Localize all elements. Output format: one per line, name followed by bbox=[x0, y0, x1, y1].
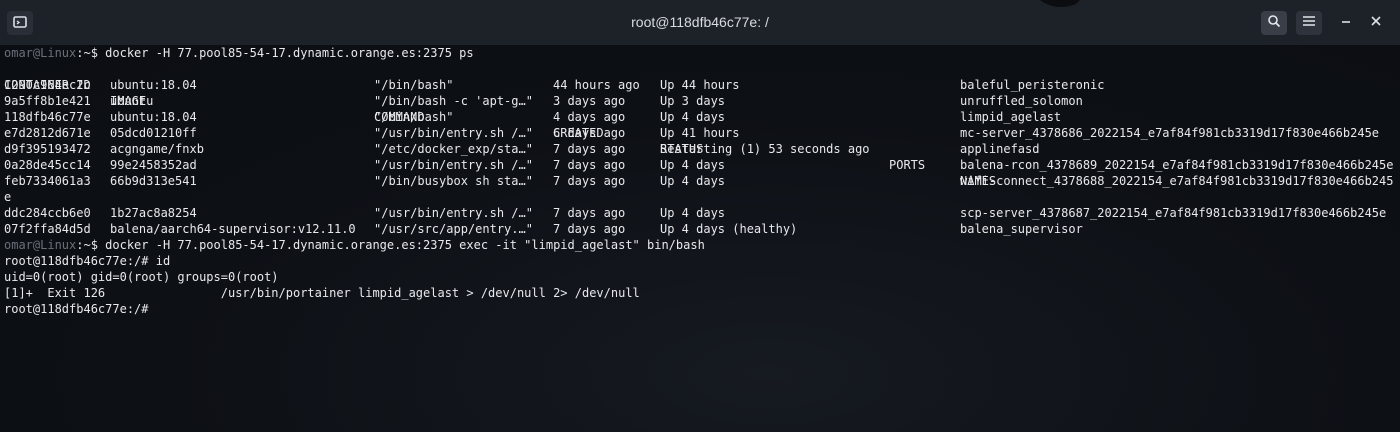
prompt-user: omar@Linux bbox=[4, 46, 77, 60]
menu-button[interactable] bbox=[1296, 11, 1322, 35]
cell-status: Up 4 days (healthy) bbox=[660, 222, 798, 236]
cell-command: "/usr/src/app/entry.…" bbox=[374, 222, 533, 236]
ps-row: 9a5ff8b1e421 ubuntu "/bin/bash -c 'apt-g…"… bbox=[4, 93, 1394, 109]
minimize-button[interactable] bbox=[1333, 11, 1359, 35]
cell-id: 9a5ff8b1e421 bbox=[4, 94, 91, 108]
cell-command: "/bin/busybox sh sta…" bbox=[374, 174, 533, 188]
cell-id: 07f2ffa84d5d bbox=[4, 222, 91, 236]
cell-command: "/bin/bash -c 'apt-g…" bbox=[374, 94, 533, 108]
cell-names: baleful_peristeronic bbox=[960, 78, 1105, 92]
cell-image: 1b27ac8a8254 bbox=[110, 206, 197, 220]
cell-status: Up 44 hours bbox=[660, 78, 740, 92]
cell-names: applinefasd bbox=[960, 142, 1040, 156]
cell-id: 1290c964ec2c bbox=[4, 78, 91, 92]
ps-header-row: CONTAINER ID IMAGE COMMAND CREATED STATU… bbox=[4, 61, 1394, 188]
cell-image: 99e2458352ad bbox=[110, 158, 197, 172]
title-decoration-icon bbox=[1040, 0, 1080, 7]
cell-names: scp-server_4378687_2022154_e7af84f981cb3… bbox=[960, 206, 1387, 220]
cell-id: e7d2812d671e bbox=[4, 126, 91, 140]
ps-row: d9f395193472 acgngame/fnxb "/etc/docker_ex… bbox=[4, 141, 1394, 157]
search-icon bbox=[1267, 14, 1281, 32]
ps-row: feb7334061a3 66b9d313e541 "/bin/busybox sh… bbox=[4, 173, 1394, 189]
cell-image: 66b9d313e541 bbox=[110, 174, 197, 188]
cell-image: acgngame/fnxb bbox=[110, 142, 204, 156]
cell-created: 44 hours ago bbox=[553, 78, 640, 92]
command-line: omar@Linux:~$ docker -H 77.pool85-54-17.… bbox=[4, 45, 474, 61]
cell-id: 118dfb46c77e bbox=[4, 110, 91, 124]
cell-command: "/etc/docker_exp/sta…" bbox=[374, 142, 533, 156]
cell-id: d9f395193472 bbox=[4, 142, 91, 156]
cell-image: ubuntu:18.04 bbox=[110, 110, 197, 124]
ps-row: 0a28de45cc14 99e2458352ad "/usr/bin/entry.… bbox=[4, 157, 1394, 173]
cell-id: ddc284ccb6e0 bbox=[4, 206, 91, 220]
cell-created: 7 days ago bbox=[553, 222, 626, 236]
command-line: omar@Linux:~$ docker -H 77.pool85-54-17.… bbox=[4, 237, 705, 253]
wrapped-text: e bbox=[4, 190, 12, 204]
shell-line: root@118dfb46c77e:/# id bbox=[4, 254, 171, 268]
shell-line: uid=0(root) gid=0(root) groups=0(root) bbox=[4, 270, 279, 284]
cell-created: 7 days ago bbox=[553, 206, 626, 220]
cell-status: Up 4 days bbox=[660, 174, 726, 188]
ps-row: 1290c964ec2c ubuntu:18.04 "/bin/bash" 44 ho… bbox=[4, 77, 1394, 93]
ps-row: e7d2812d671e 05dcd01210ff "/usr/bin/entry.… bbox=[4, 125, 1394, 141]
cell-image: ubuntu bbox=[110, 94, 154, 108]
cell-image: ubuntu:18.04 bbox=[110, 78, 197, 92]
search-button[interactable] bbox=[1261, 11, 1287, 35]
cell-created: 7 days ago bbox=[553, 174, 626, 188]
close-icon bbox=[1370, 15, 1382, 31]
cell-command: "/bin/bash" bbox=[374, 78, 454, 92]
cell-names: balena-rcon_4378689_2022154_e7af84f981cb… bbox=[960, 158, 1394, 172]
cell-command: "/usr/bin/entry.sh /…" bbox=[374, 206, 533, 220]
cell-id: 0a28de45cc14 bbox=[4, 158, 91, 172]
cell-status: Up 4 days bbox=[660, 206, 726, 220]
cell-names: limpid_agelast bbox=[960, 110, 1062, 124]
cell-command: "/usr/bin/entry.sh /…" bbox=[374, 126, 533, 140]
cell-status: Up 4 days bbox=[660, 110, 726, 124]
title-bar: root@118dfb46c77e: / bbox=[0, 0, 1400, 45]
cell-names: mc-server_4378686_2022154_e7af84f981cb33… bbox=[960, 126, 1380, 140]
cell-command: "/bin/bash" bbox=[374, 110, 454, 124]
cell-command: "/usr/bin/entry.sh /…" bbox=[374, 158, 533, 172]
cell-names: unruffled_solomon bbox=[960, 94, 1083, 108]
terminal-window: root@118dfb46c77e: / omar@Linux:~$ docke… bbox=[0, 0, 1400, 432]
cell-image: balena/aarch64-supervisor:v12.11.0 bbox=[110, 222, 356, 236]
ps-row: 07f2ffa84d5d balena/aarch64-supervisor:v1… bbox=[4, 221, 1394, 237]
command-text: :~$ docker -H 77.pool85-54-17.dynamic.or… bbox=[76, 46, 474, 60]
cell-status: Up 3 days bbox=[660, 94, 726, 108]
cell-status: Up 41 hours bbox=[660, 126, 740, 140]
cell-status: Up 4 days bbox=[660, 158, 726, 172]
terminal-output[interactable]: omar@Linux:~$ docker -H 77.pool85-54-17.… bbox=[0, 45, 1400, 432]
ps-row: e bbox=[4, 189, 1394, 205]
cell-created: 6 days ago bbox=[553, 126, 626, 140]
cell-created: 7 days ago bbox=[553, 142, 626, 156]
close-button[interactable] bbox=[1363, 11, 1389, 35]
cell-image: 05dcd01210ff bbox=[110, 126, 197, 140]
ps-row: 118dfb46c77e ubuntu:18.04 "/bin/bash" 4 day… bbox=[4, 109, 1394, 125]
shell-line: [1]+ Exit 126 /usr/bin/portainer limpid_… bbox=[4, 286, 640, 300]
minimize-icon bbox=[1340, 15, 1352, 31]
cell-names: balena_supervisor bbox=[960, 222, 1083, 236]
cell-created: 3 days ago bbox=[553, 94, 626, 108]
hamburger-menu-icon bbox=[1302, 15, 1316, 31]
cell-created: 4 days ago bbox=[553, 110, 626, 124]
command-text: :~$ docker -H 77.pool85-54-17.dynamic.or… bbox=[76, 238, 705, 252]
cell-names: wifi-connect_4378688_2022154_e7af84f981c… bbox=[960, 174, 1394, 188]
cell-id: feb7334061a3 bbox=[4, 174, 91, 188]
shell-prompt: root@118dfb46c77e:/# bbox=[4, 302, 149, 316]
cell-status: Restarting (1) 53 seconds ago bbox=[660, 142, 870, 156]
prompt-user: omar@Linux bbox=[4, 238, 77, 252]
ps-row: ddc284ccb6e0 1b27ac8a8254 "/usr/bin/entry.… bbox=[4, 205, 1394, 221]
window-title: root@118dfb46c77e: / bbox=[631, 14, 769, 30]
cell-created: 7 days ago bbox=[553, 158, 626, 172]
